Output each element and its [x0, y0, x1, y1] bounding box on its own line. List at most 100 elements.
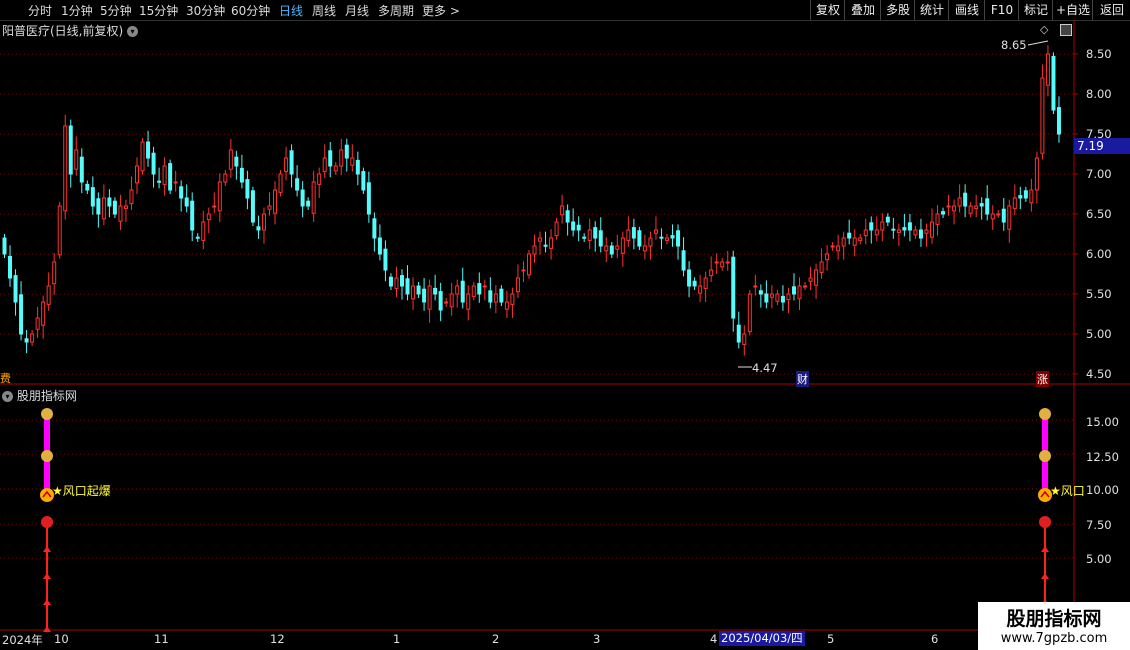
candle-body — [930, 221, 934, 238]
candle-body — [355, 159, 360, 175]
candle-body — [935, 213, 940, 225]
low-price-label: 4.47 — [752, 361, 778, 375]
candle-body — [1029, 189, 1034, 204]
candle-body — [8, 255, 13, 279]
candle-body — [869, 222, 874, 231]
candle-body — [135, 165, 139, 184]
marker-zhang[interactable]: 涨 — [1036, 371, 1049, 387]
candle-body — [24, 338, 29, 343]
candle-body — [179, 186, 184, 199]
candle-body — [769, 293, 774, 298]
signal-ball-icon — [1039, 516, 1051, 528]
candle-body — [681, 250, 686, 271]
price-tick: 5.50 — [1086, 287, 1112, 301]
x-month: 4 — [710, 632, 718, 646]
candles — [2, 40, 1061, 368]
price-tick: 5.00 — [1086, 327, 1112, 341]
candle-body — [173, 181, 178, 184]
candle-body — [620, 237, 625, 254]
candle-body — [543, 244, 548, 247]
candle-body — [261, 213, 266, 231]
candle-body — [946, 205, 951, 208]
candle-body — [996, 213, 1001, 216]
candle-body — [151, 152, 156, 175]
x-month: 2 — [492, 632, 500, 646]
candle-body — [256, 226, 261, 231]
candle-body — [449, 293, 454, 308]
marker-cai[interactable]: 财 — [796, 371, 809, 387]
candle-body — [560, 205, 565, 216]
candle-body — [405, 278, 410, 295]
candle-body — [532, 245, 537, 255]
candle-body — [642, 245, 647, 252]
candle-body — [968, 205, 973, 214]
candle-body — [874, 229, 879, 236]
candle-body — [107, 197, 112, 207]
up-arrow-icon — [43, 573, 51, 579]
candle-body — [1023, 190, 1028, 199]
candle-body — [328, 150, 333, 167]
candle-body — [339, 149, 344, 167]
candle-body — [1040, 77, 1045, 154]
signal-text-left: ★风口起爆 — [52, 484, 111, 498]
candle-body — [538, 237, 543, 242]
candle-body — [146, 141, 151, 159]
candle-body — [731, 256, 736, 319]
candle-body — [648, 237, 653, 247]
diamond-icon[interactable]: ◇ — [1040, 23, 1048, 36]
candle-body — [709, 269, 714, 277]
candle-body — [1007, 205, 1012, 230]
candle-body — [112, 200, 117, 215]
panel-toggle-icon[interactable] — [1060, 24, 1072, 36]
ind-ytick: 12.50 — [1086, 450, 1119, 464]
price-tick: 7.50 — [1086, 127, 1112, 141]
watermark: 股朋指标网 www.7gpzb.com — [978, 602, 1130, 650]
candle-body — [289, 150, 294, 175]
candle-body — [736, 324, 741, 343]
candle-body — [57, 205, 62, 256]
candle-body — [814, 269, 819, 286]
candle-body — [952, 205, 957, 212]
candle-body — [90, 187, 95, 207]
chevron-down-icon[interactable]: ▾ — [127, 26, 139, 37]
candle-body — [223, 173, 228, 183]
candle-body — [372, 218, 377, 239]
candle-body — [742, 333, 747, 345]
kline-chart[interactable] — [0, 0, 1130, 650]
candle-body — [626, 229, 631, 241]
candle-body — [858, 237, 863, 241]
marker-fei[interactable]: 费 — [0, 370, 11, 386]
candle-body — [670, 235, 675, 239]
price-tick: 7.00 — [1086, 167, 1112, 181]
x-month: 10 — [54, 632, 69, 646]
ind-ytick: 7.50 — [1086, 518, 1112, 532]
x-month: 3 — [593, 632, 601, 646]
candle-body — [549, 237, 554, 249]
money-bag-icon — [41, 450, 53, 462]
candle-body — [300, 189, 305, 207]
candle-body — [284, 157, 289, 173]
candle-body — [333, 165, 338, 172]
ind-ytick: 15.00 — [1086, 415, 1119, 429]
up-arrow-icon — [43, 626, 51, 632]
candle-body — [19, 294, 24, 335]
candle-body — [1012, 197, 1017, 209]
money-bag-icon — [1039, 408, 1051, 420]
candle-body — [482, 285, 487, 288]
candle-body — [250, 190, 255, 223]
chevron-down-icon[interactable]: ▾ — [2, 391, 13, 402]
candle-body — [830, 245, 835, 248]
candle-body — [863, 229, 868, 237]
candle-body — [1018, 195, 1023, 199]
candle-body — [455, 285, 460, 295]
high-arrow — [1027, 40, 1049, 46]
candle-body — [615, 245, 620, 250]
candle-body — [427, 285, 432, 310]
candle-body — [157, 180, 162, 183]
candle-body — [637, 230, 642, 247]
candle-body — [400, 275, 404, 287]
candle-body — [1056, 107, 1061, 135]
candle-body — [515, 277, 520, 293]
candle-body — [383, 248, 388, 271]
candle-body — [460, 280, 465, 303]
